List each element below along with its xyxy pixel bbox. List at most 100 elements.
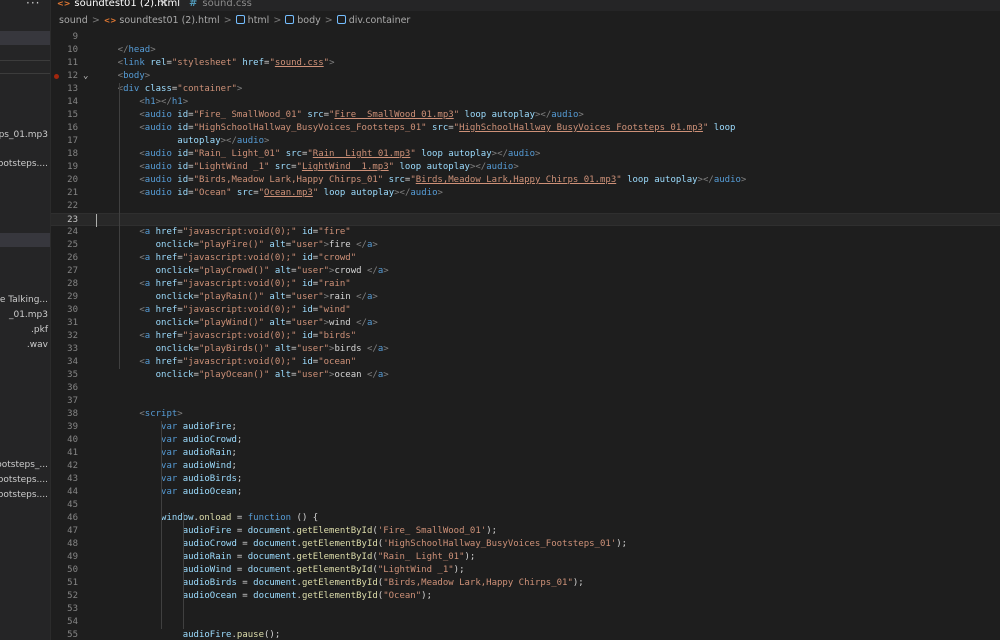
code-token: < xyxy=(96,305,145,315)
code-line[interactable]: 44 var audioOcean; xyxy=(51,486,1000,499)
code-line[interactable]: 52 audioOcean = document.getElementById(… xyxy=(51,590,1000,603)
code-line[interactable]: 35 onclick="playOcean()" alt="user">ocea… xyxy=(51,369,1000,382)
code-line[interactable]: 45 xyxy=(51,499,1000,512)
code-line[interactable]: 21 <audio id="Ocean" src="Ocean.mp3" loo… xyxy=(51,187,1000,200)
breadcrumb-item[interactable]: soundtest01 (2).html xyxy=(119,15,219,26)
code-token: ocean xyxy=(334,370,367,380)
code-line[interactable]: 33 onclick="playBirds()" alt="user">bird… xyxy=(51,343,1000,356)
tab-sound-css[interactable]: # sound.css xyxy=(177,0,287,11)
code-line[interactable]: 42 var audioWind; xyxy=(51,460,1000,473)
indent-guide xyxy=(161,421,162,629)
code-token: src xyxy=(307,110,324,120)
explorer-file-item[interactable]: ps_01.mp3 xyxy=(0,129,48,141)
code-line[interactable]: 19 <audio id="LightWind _1" src="LightWi… xyxy=(51,161,1000,174)
code-text: <audio id="LightWind _1" src="LightWind … xyxy=(96,161,518,174)
code-line[interactable]: 32 <a href="javascript:void(0);" id="bir… xyxy=(51,330,1000,343)
code-line[interactable]: 29 onclick="playRain()" alt="user">rain … xyxy=(51,291,1000,304)
code-line[interactable]: 39 var audioFire; xyxy=(51,421,1000,434)
code-editor[interactable]: 9 10 </head> 11 <link rel="stylesheet" hre… xyxy=(51,31,1000,640)
code-token: audioFire xyxy=(182,526,232,536)
line-number: 14 xyxy=(67,97,78,107)
code-line[interactable]: 55 audioFire.pause(); xyxy=(51,629,1000,640)
line-number: 31 xyxy=(67,318,78,328)
code-line[interactable]: 22 xyxy=(51,200,1000,213)
code-text: audioFire = document.getElementById('Fir… xyxy=(96,525,497,538)
code-line[interactable]: 13 <div class="container"> xyxy=(51,83,1000,96)
code-line[interactable]: 48 audioCrowd = document.getElementById(… xyxy=(51,538,1000,551)
code-line[interactable]: 24 <a href="javascript:void(0);" id="fir… xyxy=(51,226,1000,239)
code-line[interactable]: 38 <script> xyxy=(51,408,1000,421)
code-line[interactable]: 31 onclick="playWind()" alt="user">wind … xyxy=(51,317,1000,330)
breadcrumb-item[interactable]: body xyxy=(297,15,321,26)
explorer-file-item[interactable]: _Footsteps.... xyxy=(0,158,48,170)
code-line[interactable]: 23 xyxy=(51,213,1000,227)
code-line[interactable]: 53 xyxy=(51,603,1000,616)
code-line[interactable]: 9 xyxy=(51,31,1000,44)
code-line[interactable]: 10 </head> xyxy=(51,44,1000,57)
code-token: audio xyxy=(713,175,741,185)
code-token: = xyxy=(231,552,248,562)
code-token: = xyxy=(236,591,254,601)
breadcrumb-item[interactable]: html xyxy=(248,15,270,26)
code-token: audioOcean xyxy=(182,591,237,601)
code-line[interactable]: 20 <audio id="Birds,Meadow Lark,Happy Ch… xyxy=(51,174,1000,187)
code-line[interactable]: 50 audioWind = document.getElementById("… xyxy=(51,564,1000,577)
explorer-row-selected[interactable] xyxy=(0,233,50,247)
code-line[interactable]: 41 var audioRain; xyxy=(51,447,1000,460)
code-line[interactable]: 26 <a href="javascript:void(0);" id="cro… xyxy=(51,252,1000,265)
code-line[interactable]: 34 <a href="javascript:void(0);" id="oce… xyxy=(51,356,1000,369)
line-number: 50 xyxy=(67,565,78,575)
breadcrumb-item[interactable]: div.container xyxy=(349,15,411,26)
explorer-file-item[interactable]: .pkf xyxy=(31,324,48,336)
code-line[interactable]: 54 xyxy=(51,616,1000,629)
tab-soundtest-html[interactable]: <> soundtest01 (2).html ✕ xyxy=(51,0,180,11)
code-line[interactable]: 37 xyxy=(51,395,1000,408)
code-line[interactable]: 51 audioBirds = document.getElementById(… xyxy=(51,577,1000,590)
code-line[interactable]: 18 <audio id="Rain_ Light_01" src="Rain_… xyxy=(51,148,1000,161)
explorer-file-item[interactable]: ple Talking... xyxy=(0,294,48,306)
explorer-file-item[interactable]: _01.mp3 xyxy=(9,309,48,321)
code-token: wind xyxy=(329,318,357,328)
code-token: > xyxy=(372,292,378,302)
code-line[interactable]: 11 <link rel="stylesheet" href="sound.cs… xyxy=(51,57,1000,70)
explorer-file-item[interactable]: Footsteps_... xyxy=(0,459,48,471)
code-token: id xyxy=(177,149,189,159)
line-number: 24 xyxy=(67,227,78,237)
code-line[interactable]: 15 <audio id="Fire_ SmallWood_01" src="F… xyxy=(51,109,1000,122)
line-number: 25 xyxy=(67,240,78,250)
code-line[interactable]: 12 ⌄ <body> xyxy=(51,70,1000,83)
code-line[interactable]: 17 autoplay></audio> xyxy=(51,135,1000,148)
code-line[interactable]: 47 audioFire = document.getElementById('… xyxy=(51,525,1000,538)
code-line[interactable]: 27 onclick="playCrowd()" alt="user">crow… xyxy=(51,265,1000,278)
breakpoint-icon[interactable] xyxy=(54,74,59,79)
explorer-file-item[interactable]: Footsteps.... xyxy=(0,474,48,486)
code-line[interactable]: 46 window.onload = function () { xyxy=(51,512,1000,525)
explorer-file-item[interactable]: Footsteps.... xyxy=(0,489,48,501)
breadcrumb-item[interactable]: sound xyxy=(59,15,88,26)
code-token: audio xyxy=(236,136,264,146)
code-line[interactable]: 30 <a href="javascript:void(0);" id="win… xyxy=(51,304,1000,317)
code-line[interactable]: 28 <a href="javascript:void(0);" id="rai… xyxy=(51,278,1000,291)
explorer-row-selected[interactable] xyxy=(0,31,50,45)
code-token: "stylesheet" xyxy=(171,58,237,68)
code-token: = xyxy=(231,565,248,575)
code-token: < xyxy=(96,110,145,120)
more-actions-icon[interactable]: ··· xyxy=(26,0,40,10)
code-line[interactable]: 16 <audio id="HighSchoolHallway_BusyVoic… xyxy=(51,122,1000,135)
code-token: audio xyxy=(551,110,579,120)
code-line[interactable]: 25 onclick="playFire()" alt="user">fire … xyxy=(51,239,1000,252)
code-token: < xyxy=(96,253,145,263)
code-line[interactable]: 49 audioRain = document.getElementById("… xyxy=(51,551,1000,564)
code-text: <h1></h1> xyxy=(96,96,188,109)
code-line[interactable]: 43 var audioBirds; xyxy=(51,473,1000,486)
code-line[interactable]: 14 <h1></h1> xyxy=(51,96,1000,109)
code-text: var audioCrowd; xyxy=(96,434,242,447)
code-token: "birds" xyxy=(318,331,357,341)
code-line[interactable]: 40 var audioCrowd; xyxy=(51,434,1000,447)
close-icon[interactable]: ✕ xyxy=(160,0,168,11)
code-line[interactable]: 36 xyxy=(51,382,1000,395)
code-token: pause xyxy=(236,630,264,640)
explorer-file-item[interactable]: .wav xyxy=(27,339,48,351)
fold-chevron-icon[interactable]: ⌄ xyxy=(83,70,88,83)
